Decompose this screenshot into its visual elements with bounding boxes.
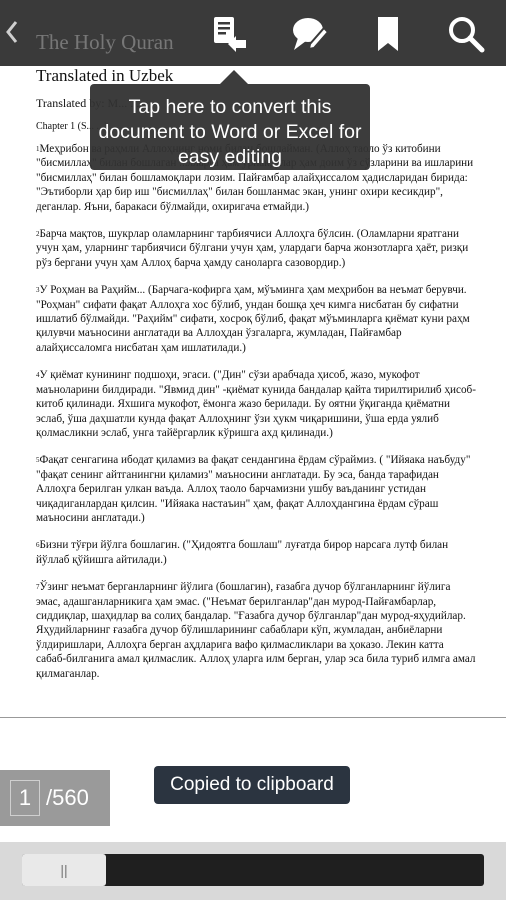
total-pages-label: /560 [46, 785, 89, 810]
search-icon [449, 17, 485, 53]
document-title: The Holy Quran [36, 30, 174, 54]
search-button[interactable] [440, 8, 492, 60]
chevron-left-icon [6, 21, 18, 43]
verse-text: Фақат сенгагина ибодат қиламиз ва фақат … [36, 454, 471, 524]
verse: 6Бизни тўғри йўлга бошлагин. ("Ҳидоятга … [36, 538, 476, 567]
verse-text: Барча мақтов, шукрлар оламларнинг тарбия… [36, 228, 469, 269]
verse: 7Ўзинг неъмат берганларнинг йўлига (бошл… [36, 580, 476, 681]
verse-text: У Роҳман ва Раҳийм... (Барчага-кофирга ҳ… [36, 284, 470, 354]
verse-text: У қиёмат кунининг подшоҳи, эгаси. ("Дин"… [36, 369, 476, 439]
current-page-field[interactable]: 1 [10, 780, 40, 816]
document-subtitle: Translated in Uzbek [36, 66, 174, 85]
top-toolbar: The Holy Quran [0, 0, 506, 66]
bottom-bar: || [0, 842, 506, 900]
convert-tooltip[interactable]: Tap here to convert this document to Wor… [90, 84, 370, 170]
verse-text: Бизни тўғри йўлга бошлагин. ("Ҳидоятга б… [36, 539, 449, 566]
bookmark-button[interactable] [362, 8, 414, 60]
verse: 4У қиёмат кунининг подшоҳи, эгаси. ("Дин… [36, 368, 476, 440]
convert-document-button[interactable] [204, 8, 256, 60]
back-button[interactable] [0, 14, 24, 50]
verse-list: 1Меҳрибон ва раҳмли Аллоҳнинг номи билан… [36, 142, 476, 694]
verse: 3У Роҳман ва Раҳийм... (Барчага-кофирга … [36, 283, 476, 355]
comment-icon [293, 18, 330, 51]
convert-document-icon [214, 17, 246, 52]
verse: 2Барча мақтов, шукрлар оламларнинг тарби… [36, 227, 476, 270]
verse-text: Ўзинг неъмат берганларнинг йўлига (бошла… [36, 581, 476, 680]
comment-button[interactable] [284, 8, 336, 60]
page-scroll-thumb[interactable]: || [22, 854, 106, 886]
bookmark-icon [378, 17, 398, 51]
page-indicator: 1 /560 [0, 770, 110, 826]
tooltip-arrow [220, 70, 248, 84]
toast-message: Copied to clipboard [154, 766, 350, 804]
verse: 5Фақат сенгагина ибодат қиламиз ва фақат… [36, 453, 476, 525]
